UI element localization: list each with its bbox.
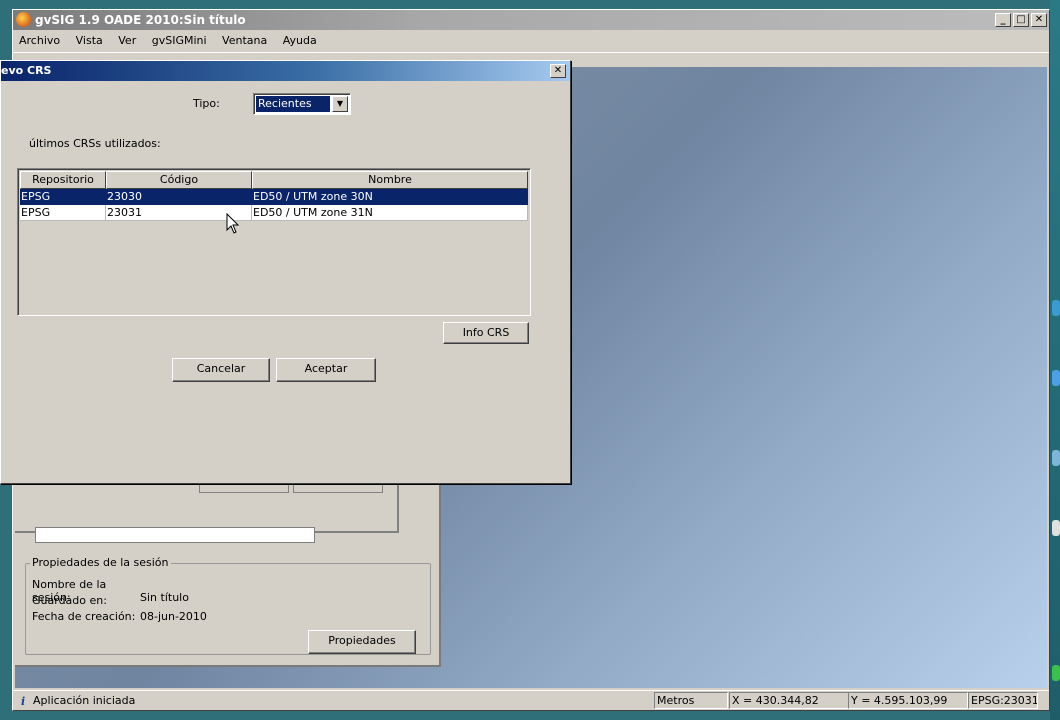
dialog-close-button[interactable]: ✕ xyxy=(550,64,566,78)
session-date-label: Fecha de creación: xyxy=(32,610,136,623)
desktop-icon[interactable] xyxy=(1052,665,1060,681)
desktop-background xyxy=(1050,0,1060,720)
menu-ventana[interactable]: Ventana xyxy=(216,31,273,51)
desktop-icon[interactable] xyxy=(1052,520,1060,536)
cell-codigo: 23030 xyxy=(106,189,252,205)
cell-repositorio: EPSG xyxy=(20,189,106,205)
cancel-button[interactable]: Cancelar xyxy=(172,358,270,382)
session-saved-label: Guardado en: xyxy=(32,594,107,607)
chevron-down-icon[interactable]: ▼ xyxy=(332,96,348,112)
cell-repositorio: EPSG xyxy=(20,205,106,221)
status-x-coordinate: X = 430.344,82 xyxy=(729,692,849,709)
close-button[interactable]: ✕ xyxy=(1031,13,1047,27)
properties-button[interactable]: Propiedades xyxy=(308,630,416,654)
status-crs: EPSG:23031 xyxy=(968,692,1038,709)
tipo-label: Tipo: xyxy=(193,97,220,110)
tipo-selected-value[interactable]: Recientes xyxy=(256,96,330,112)
session-properties-legend: Propiedades de la sesión xyxy=(30,556,171,569)
status-units: Metros xyxy=(654,692,728,709)
accept-button[interactable]: Aceptar xyxy=(276,358,376,382)
gvsig-logo-icon xyxy=(16,12,31,27)
status-y-coordinate: Y = 4.595.103,99 xyxy=(848,692,968,709)
maximize-button[interactable]: □ xyxy=(1013,13,1029,27)
session-saved-row: Guardado en: xyxy=(32,594,140,607)
menu-vista[interactable]: Vista xyxy=(70,31,109,51)
menu-archivo[interactable]: Archivo xyxy=(13,31,66,51)
session-date-value: 08-jun-2010 xyxy=(140,610,207,623)
desktop-icon[interactable] xyxy=(1052,300,1060,316)
table-row[interactable]: EPSG 23030 ED50 / UTM zone 30N xyxy=(20,189,528,205)
column-header-repositorio[interactable]: Repositorio xyxy=(20,171,106,189)
new-crs-dialog: evo CRS ✕ Tipo: Recientes ▼ últimos CRSs… xyxy=(0,60,571,484)
menu-ayuda[interactable]: Ayuda xyxy=(277,31,323,51)
dialog-titlebar[interactable]: evo CRS ✕ xyxy=(1,61,570,81)
session-date-row: Fecha de creación: 08-jun-2010 xyxy=(32,610,207,623)
column-header-nombre[interactable]: Nombre xyxy=(252,171,528,189)
menu-bar: Archivo Vista Ver gvSIGMini Ventana Ayud… xyxy=(13,31,1049,51)
menu-ver[interactable]: Ver xyxy=(112,31,142,51)
recent-crs-table[interactable]: Repositorio Código Nombre EPSG 23030 ED5… xyxy=(17,168,531,316)
column-header-codigo[interactable]: Código xyxy=(106,171,252,189)
table-row[interactable]: EPSG 23031 ED50 / UTM zone 31N xyxy=(20,205,528,221)
status-bar: i Aplicación iniciada Metros X = 430.344… xyxy=(13,690,1049,710)
session-text-field[interactable] xyxy=(35,527,315,543)
desktop-icon[interactable] xyxy=(1052,450,1060,466)
session-name-value: Sin título xyxy=(140,591,189,604)
table-header: Repositorio Código Nombre xyxy=(20,171,528,189)
minimize-button[interactable]: _ xyxy=(995,13,1011,27)
info-icon: i xyxy=(21,695,26,708)
desktop-icon[interactable] xyxy=(1052,370,1060,386)
cell-nombre: ED50 / UTM zone 31N xyxy=(252,205,528,221)
app-title: gvSIG 1.9 OADE 2010:Sin título xyxy=(35,13,246,27)
status-message: Aplicación iniciada xyxy=(33,694,136,707)
menu-gvsigmini[interactable]: gvSIGMini xyxy=(146,31,213,51)
info-crs-button[interactable]: Info CRS xyxy=(443,322,529,344)
session-properties-group: Propiedades de la sesión Nombre de la se… xyxy=(25,556,431,655)
app-titlebar[interactable]: gvSIG 1.9 OADE 2010:Sin título _ □ ✕ xyxy=(13,10,1049,30)
recent-crs-label: últimos CRSs utilizados: xyxy=(29,137,161,150)
mouse-cursor-icon xyxy=(226,213,240,234)
dialog-title: evo CRS xyxy=(1,64,52,77)
cell-nombre: ED50 / UTM zone 30N xyxy=(252,189,528,205)
tipo-select[interactable]: Recientes ▼ xyxy=(253,93,351,115)
